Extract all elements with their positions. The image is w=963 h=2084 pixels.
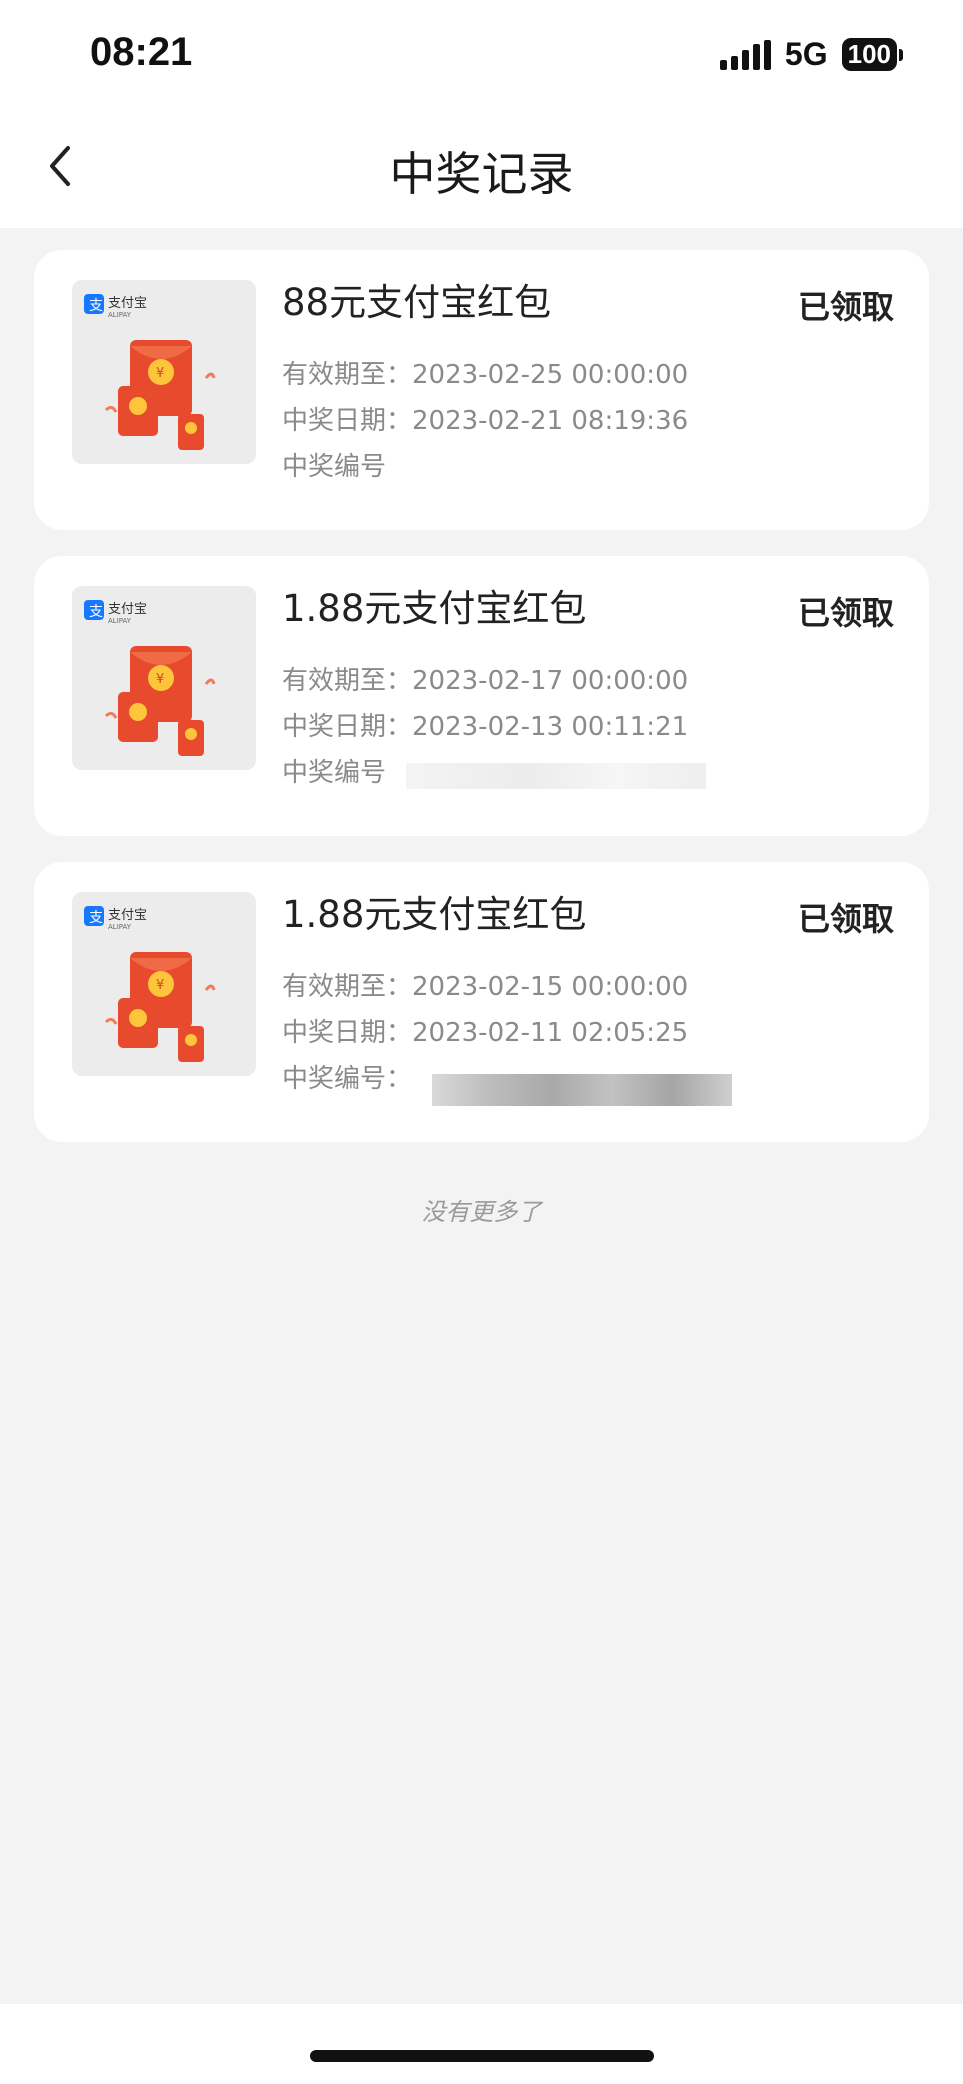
page-title: 中奖记录	[389, 147, 574, 201]
home-indicator[interactable]	[310, 2050, 654, 2062]
status-claimed: 已领取	[797, 288, 894, 326]
number-label: 中奖编号	[282, 452, 387, 482]
svg-text:支: 支	[89, 298, 103, 314]
masked-number	[432, 1073, 733, 1106]
record-card[interactable]: 支 支付宝 ALIPAY ¥ 88元支付宝红包 已领取 有效期至：2023-02…	[34, 250, 929, 530]
svg-text:¥: ¥	[156, 366, 164, 381]
status-bar: 08:21 5G 100	[0, 0, 963, 110]
win-date-row: 中奖日期：2023-02-11 02:05:25	[282, 1012, 688, 1049]
battery-icon: 100	[841, 38, 903, 71]
number-label: 中奖编号：	[282, 1064, 413, 1094]
red-envelope-thumbnail: 支 支付宝 ALIPAY ¥	[72, 280, 256, 464]
status-claimed: 已领取	[797, 900, 894, 938]
alipay-logo-en: ALIPAY	[108, 617, 132, 625]
expire-row: 有效期至：2023-02-15 00:00:00	[282, 966, 688, 1003]
svg-text:支: 支	[89, 604, 103, 620]
masked-number	[406, 762, 707, 789]
win-date-value: 2023-02-13 00:11:21	[412, 712, 689, 742]
win-date-row: 中奖日期：2023-02-21 08:19:36	[282, 400, 688, 437]
svg-text:¥: ¥	[156, 978, 164, 993]
win-date-value: 2023-02-11 02:05:25	[412, 1018, 689, 1048]
expire-value: 2023-02-15 00:00:00	[412, 972, 689, 1002]
expire-value: 2023-02-17 00:00:00	[412, 666, 689, 696]
prize-title: 1.88元支付宝红包	[282, 587, 587, 630]
expire-row: 有效期至：2023-02-17 00:00:00	[282, 660, 688, 697]
signal-icon	[719, 39, 771, 70]
home-area	[0, 2004, 963, 2084]
alipay-logo-cn: 支付宝	[108, 296, 147, 311]
network-type: 5G	[784, 36, 828, 72]
record-card[interactable]: 支 支付宝 ALIPAY ¥ 1.88元支付宝红包 已领取 有效期至：2023-…	[34, 862, 929, 1142]
svg-text:支: 支	[89, 910, 103, 926]
status-indicators: 5G 100	[719, 36, 903, 73]
prize-title: 1.88元支付宝红包	[282, 893, 587, 936]
battery-level: 100	[841, 38, 897, 71]
alipay-logo-en: ALIPAY	[108, 923, 132, 931]
expire-row: 有效期至：2023-02-25 00:00:00	[282, 354, 688, 391]
win-date-value: 2023-02-21 08:19:36	[412, 406, 689, 436]
status-time: 08:21	[90, 30, 193, 74]
red-envelope-thumbnail: 支 支付宝 ALIPAY ¥	[72, 892, 256, 1076]
number-row: 中奖编号	[282, 752, 707, 789]
record-card[interactable]: 支 支付宝 ALIPAY ¥ 1.88元支付宝红包 已领取 有效期至：2023-…	[34, 556, 929, 836]
win-date-label: 中奖日期：	[282, 1018, 413, 1048]
no-more-text: 没有更多了	[421, 1198, 542, 1226]
expire-label: 有效期至：	[282, 360, 413, 390]
expire-value: 2023-02-25 00:00:00	[412, 360, 689, 390]
prize-title: 88元支付宝红包	[282, 281, 552, 324]
nav-bar: 中奖记录	[0, 110, 963, 228]
win-date-label: 中奖日期：	[282, 406, 413, 436]
expire-label: 有效期至：	[282, 666, 413, 696]
svg-text:¥: ¥	[156, 672, 164, 687]
number-label: 中奖编号	[282, 758, 387, 788]
red-envelope-thumbnail: 支 支付宝 ALIPAY ¥	[72, 586, 256, 770]
alipay-logo-cn: 支付宝	[108, 908, 147, 923]
alipay-logo-en: ALIPAY	[108, 311, 132, 319]
alipay-logo-cn: 支付宝	[108, 602, 147, 617]
expire-label: 有效期至：	[282, 972, 413, 1002]
win-date-label: 中奖日期：	[282, 712, 413, 742]
win-date-row: 中奖日期：2023-02-13 00:11:21	[282, 706, 688, 743]
number-row: 中奖编号：	[282, 1058, 733, 1106]
status-claimed: 已领取	[797, 594, 894, 632]
number-row: 中奖编号	[282, 446, 386, 483]
